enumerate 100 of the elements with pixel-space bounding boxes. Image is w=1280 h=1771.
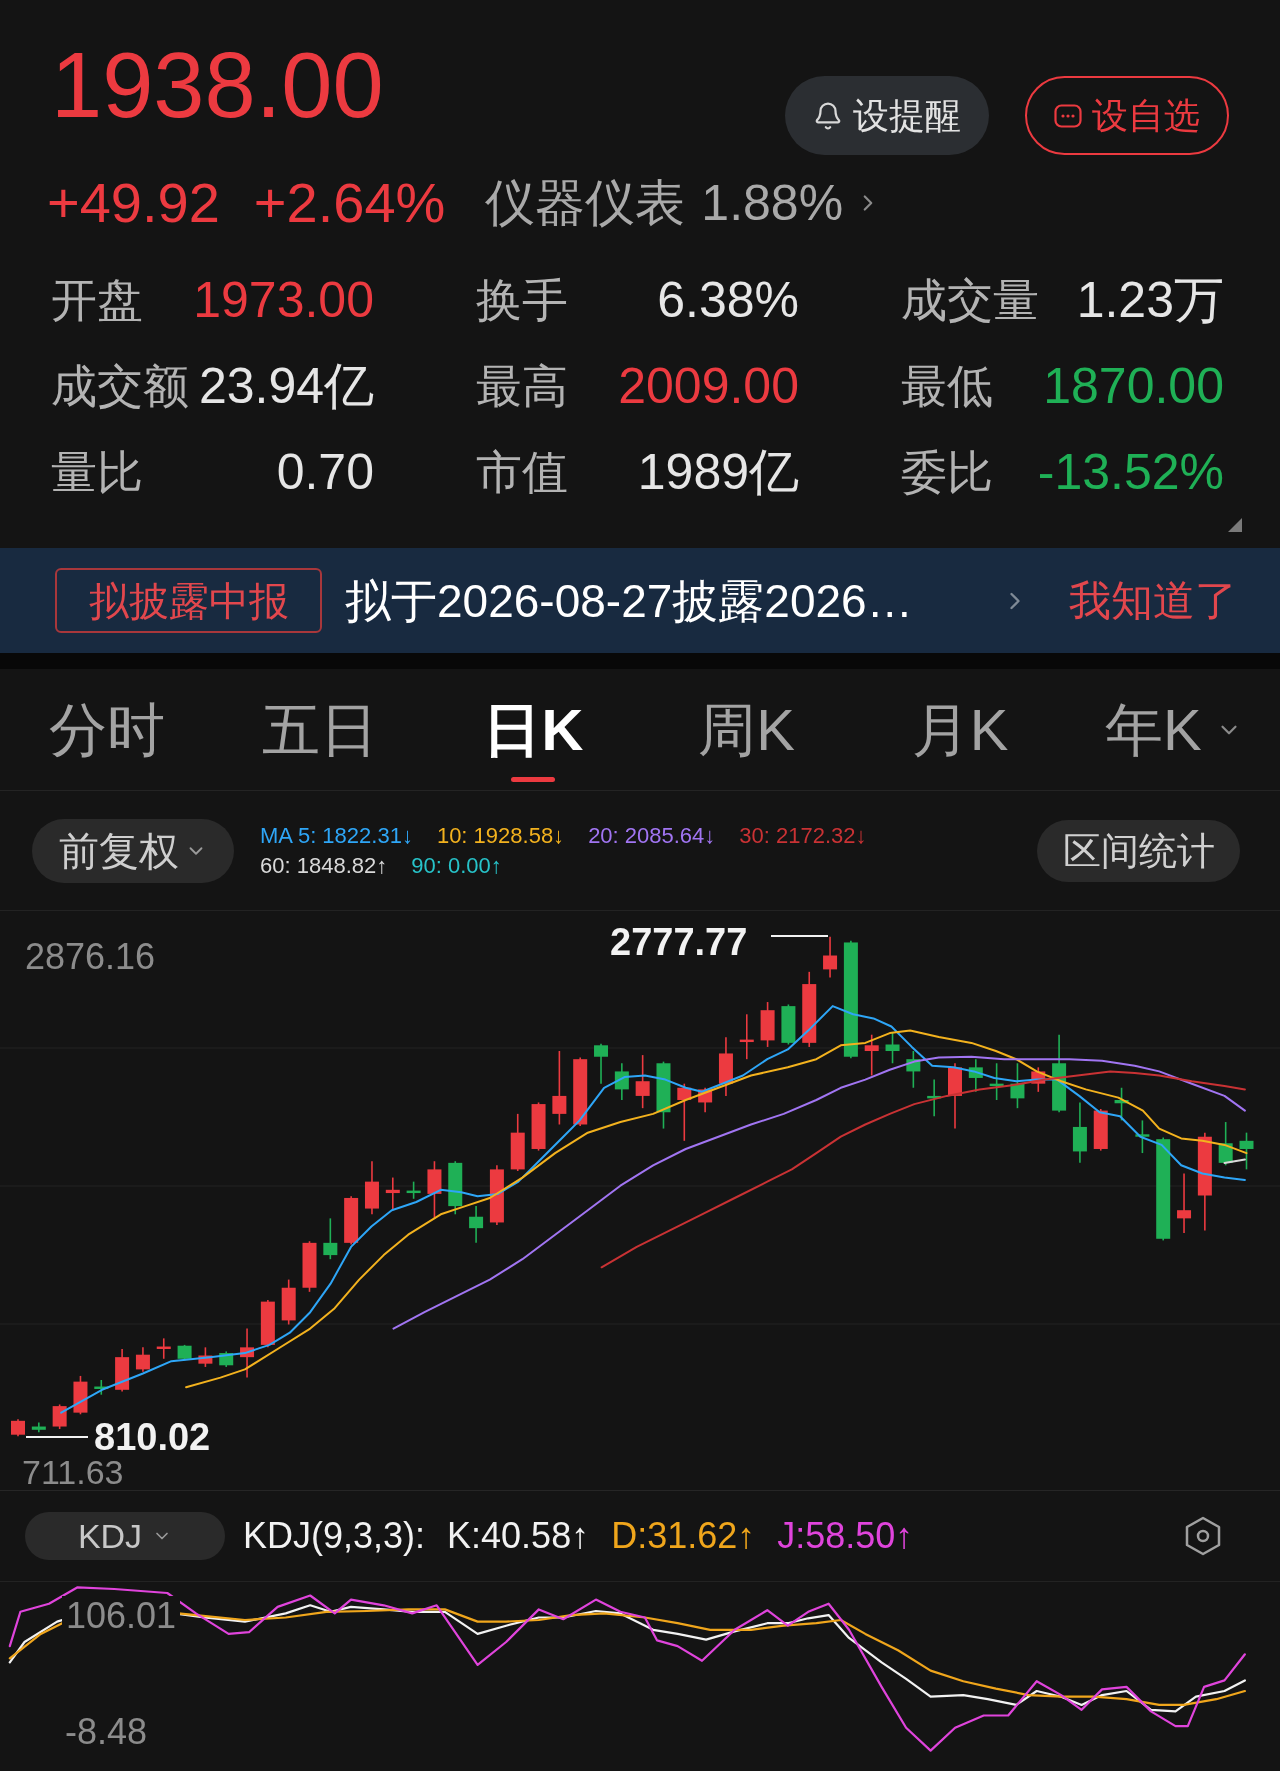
leader-line — [25, 1436, 89, 1438]
period-tab[interactable]: 年K — [1104, 700, 1242, 759]
candle — [489, 1164, 504, 1226]
stat-value: 6.38% — [657, 275, 799, 325]
stat-label: 市值 — [476, 449, 568, 495]
candle — [1218, 1121, 1233, 1167]
period-tab[interactable]: 分时 — [48, 700, 165, 759]
candle — [1177, 1172, 1192, 1234]
candle — [823, 935, 838, 979]
percent-change: +2.64% — [253, 175, 446, 231]
candle — [1239, 1131, 1254, 1171]
moving-average-legend: MA 5: 1822.31↓ — [260, 824, 413, 847]
add-watchlist-button[interactable]: 设自选 — [1025, 76, 1229, 155]
stat-value: -13.52% — [1037, 447, 1224, 497]
dismiss-link[interactable]: 我知道了 — [1069, 579, 1237, 622]
candle — [115, 1348, 130, 1393]
stat-label: 委比 — [901, 449, 993, 495]
moving-average-legend: 20: 2085.64↓ — [588, 824, 716, 847]
candle — [260, 1299, 275, 1349]
moving-average-legend: 60: 1848.82↑ — [260, 854, 388, 877]
candle — [323, 1217, 338, 1260]
candle — [73, 1375, 88, 1416]
stat-label: 量比 — [51, 449, 143, 495]
indicator-value: D:31.62↑ — [611, 1518, 756, 1554]
candle — [302, 1240, 317, 1293]
candle — [281, 1278, 296, 1326]
corner-triangle-icon[interactable] — [1228, 518, 1242, 532]
period-tab[interactable]: 月K — [911, 700, 1009, 759]
stat-value: 23.94亿 — [198, 361, 374, 411]
candle — [177, 1344, 192, 1362]
chat-dots-icon — [1054, 103, 1082, 128]
set-alert-button[interactable]: 设提醒 — [785, 76, 989, 155]
candle — [885, 1031, 900, 1065]
indicator-value: J:58.50↑ — [777, 1518, 914, 1554]
candle — [469, 1205, 484, 1244]
indicator-params: KDJ(9,3,3): — [243, 1518, 426, 1554]
candle — [718, 1036, 733, 1097]
indicator-value: K:40.58↑ — [447, 1518, 590, 1554]
bell-icon — [813, 100, 843, 131]
candle — [344, 1195, 359, 1246]
candle — [219, 1350, 234, 1368]
candle — [427, 1160, 442, 1220]
candle — [656, 1060, 671, 1130]
candle — [948, 1062, 962, 1130]
candle — [198, 1346, 213, 1368]
stat-value: 2009.00 — [618, 361, 799, 411]
period-tab[interactable]: 周K — [698, 700, 795, 759]
candle — [760, 1001, 775, 1048]
stat-value: 1989亿 — [637, 447, 799, 497]
candle — [531, 1101, 546, 1152]
candle — [365, 1160, 379, 1216]
candle — [614, 1062, 629, 1101]
candle — [968, 1058, 983, 1093]
candle — [1072, 1101, 1087, 1164]
axis-label: 2876.16 — [25, 936, 156, 977]
candle — [1114, 1086, 1129, 1122]
indicator-dropdown[interactable]: KDJ — [25, 1512, 225, 1560]
stat-label: 开盘 — [51, 277, 143, 323]
candle — [1031, 1066, 1046, 1093]
stat-value: 1973.00 — [193, 275, 374, 325]
candle — [594, 1042, 608, 1085]
stat-label: 成交额 — [51, 363, 189, 409]
candle — [864, 1033, 879, 1077]
stat-value: 1.23万 — [1076, 275, 1224, 325]
stat-value: 1870.00 — [1043, 361, 1224, 411]
stock-price: 1938.00 — [51, 39, 384, 131]
period-tab[interactable]: 日K — [483, 700, 584, 759]
range-stats-button[interactable]: 区间统计 — [1037, 819, 1240, 882]
candle — [156, 1337, 171, 1360]
candle — [52, 1403, 67, 1430]
stat-label: 最高 — [476, 363, 568, 409]
notice-text[interactable]: 拟于2026-08-27披露2026… — [345, 577, 913, 624]
candle — [31, 1421, 46, 1434]
candle — [989, 1062, 1004, 1101]
period-tab[interactable]: 五日 — [262, 700, 378, 759]
stat-label: 换手 — [476, 277, 568, 323]
adjustment-dropdown[interactable]: 前复权 — [32, 818, 234, 883]
candle — [240, 1327, 255, 1379]
candle — [406, 1180, 421, 1200]
candle — [635, 1054, 650, 1109]
candle — [698, 1086, 713, 1114]
candle — [781, 1003, 796, 1046]
axis-label: -8.48 — [65, 1711, 148, 1752]
high-price-label: 2777.77 — [610, 921, 748, 963]
leader-line — [770, 935, 829, 937]
settings-icon[interactable] — [1184, 1516, 1222, 1556]
price-change: +49.92 — [47, 175, 220, 231]
moving-average-legend: 90: 0.00↑ — [411, 854, 502, 877]
sector-link[interactable]: 仪器仪表 1.88% — [485, 178, 882, 228]
candle — [11, 1418, 25, 1438]
candle — [1010, 1062, 1025, 1109]
candle — [135, 1346, 150, 1373]
notice-tag: 拟披露中报 — [55, 568, 322, 633]
moving-average-legend: 10: 1928.58↓ — [436, 824, 565, 847]
moving-average-legend: 30: 2172.32↓ — [739, 824, 867, 847]
candle — [448, 1160, 463, 1216]
candle — [927, 1078, 942, 1118]
candle — [906, 1050, 921, 1089]
candle — [510, 1113, 525, 1172]
stat-label: 最低 — [901, 363, 993, 409]
